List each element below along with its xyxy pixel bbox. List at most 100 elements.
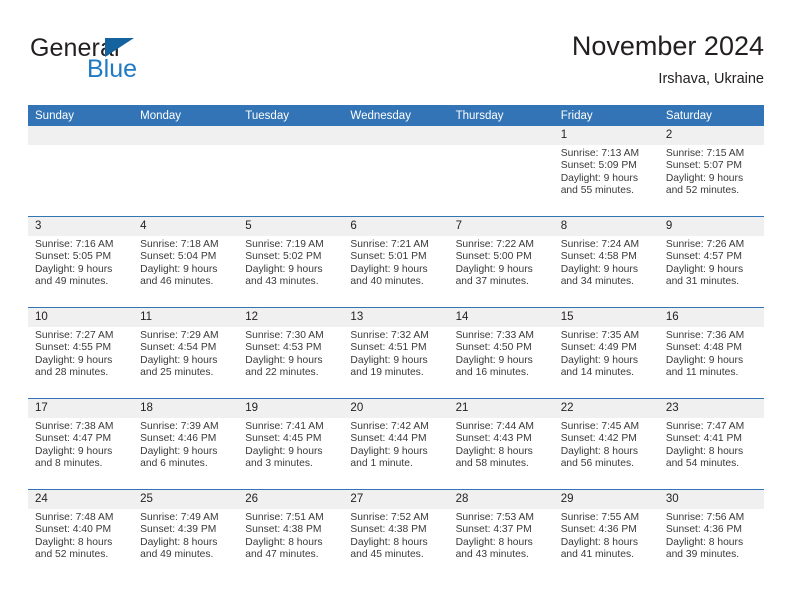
location-label: Irshava, Ukraine bbox=[658, 71, 764, 87]
sunrise-time: Sunrise: 7:49 AM bbox=[140, 512, 219, 523]
calendar-day-cell[interactable]: 16 Sunrise: 7:36 AM Sunset: 4:48 PM Dayligh… bbox=[658, 307, 764, 399]
calendar-day-cell[interactable]: 6 Sunrise: 7:21 AM Sunset: 5:01 PM Daylight… bbox=[343, 216, 449, 308]
sunrise-time: Sunrise: 7:48 AM bbox=[35, 512, 114, 523]
calendar-day-cell[interactable]: 21 Sunrise: 7:44 AM Sunset: 4:43 PM Dayligh… bbox=[448, 398, 554, 490]
day-number: 13 bbox=[343, 308, 449, 327]
day-cell-content: 30 Sunrise: 7:56 AM Sunset: 4:36 PM Dayligh… bbox=[658, 490, 764, 580]
calendar-day-cell[interactable]: 5 Sunrise: 7:19 AM Sunset: 5:02 PM Daylight… bbox=[238, 216, 344, 308]
weekday-header-wednesday: Wednesday bbox=[343, 105, 449, 126]
day-sun-info: Sunrise: 7:35 AM Sunset: 4:49 PM Daylight:… bbox=[554, 327, 659, 380]
daylight-duration-line2: and 45 minutes. bbox=[350, 549, 424, 561]
daylight-duration-line1: Daylight: 8 hours bbox=[560, 445, 638, 457]
calendar-day-cell[interactable]: 7 Sunrise: 7:22 AM Sunset: 5:00 PM Daylight… bbox=[448, 216, 554, 308]
daylight-duration-line1: Daylight: 9 hours bbox=[245, 445, 323, 457]
day-sun-info: Sunrise: 7:16 AM Sunset: 5:05 PM Daylight:… bbox=[28, 236, 133, 289]
day-cell-content: 11 Sunrise: 7:29 AM Sunset: 4:54 PM Dayligh… bbox=[133, 308, 239, 398]
sunrise-time: Sunrise: 7:32 AM bbox=[350, 330, 429, 341]
day-sun-info: Sunrise: 7:22 AM Sunset: 5:00 PM Daylight:… bbox=[449, 236, 554, 289]
day-number: 2 bbox=[658, 126, 764, 145]
daylight-duration-line1: Daylight: 9 hours bbox=[140, 263, 218, 275]
calendar-day-cell[interactable]: 17 Sunrise: 7:38 AM Sunset: 4:47 PM Dayligh… bbox=[28, 398, 134, 490]
weekday-header-thursday: Thursday bbox=[448, 105, 554, 126]
day-cell-content bbox=[28, 126, 134, 216]
sunset-time: Sunset: 4:46 PM bbox=[140, 433, 217, 445]
calendar-day-cell[interactable]: 26 Sunrise: 7:51 AM Sunset: 4:38 PM Dayligh… bbox=[238, 489, 344, 580]
calendar-day-cell[interactable]: 22 Sunrise: 7:45 AM Sunset: 4:42 PM Dayligh… bbox=[553, 398, 659, 490]
daylight-duration-line2: and 58 minutes. bbox=[455, 458, 529, 470]
sunset-time: Sunset: 4:54 PM bbox=[140, 342, 217, 354]
page-title: November 2024 bbox=[571, 31, 764, 61]
day-cell-content: 18 Sunrise: 7:39 AM Sunset: 4:46 PM Dayligh… bbox=[133, 399, 239, 489]
daylight-duration-line1: Daylight: 9 hours bbox=[560, 172, 638, 184]
day-cell-content bbox=[238, 126, 344, 216]
day-cell-content: 9 Sunrise: 7:26 AM Sunset: 4:57 PM Daylight… bbox=[658, 217, 764, 307]
calendar-day-cell[interactable]: 3 Sunrise: 7:16 AM Sunset: 5:05 PM Daylight… bbox=[28, 216, 134, 308]
daylight-duration-line1: Daylight: 9 hours bbox=[350, 445, 428, 457]
daylight-duration-line2: and 47 minutes. bbox=[245, 549, 319, 561]
daylight-duration-line1: Daylight: 8 hours bbox=[455, 536, 533, 548]
daylight-duration-line2: and 52 minutes. bbox=[35, 549, 109, 561]
daylight-duration-line1: Daylight: 9 hours bbox=[350, 263, 428, 275]
calendar-page: General Blue November 2024 Irshava, Ukra… bbox=[0, 0, 792, 612]
sunset-time: Sunset: 4:57 PM bbox=[665, 251, 742, 263]
sunset-time: Sunset: 4:51 PM bbox=[350, 342, 427, 354]
calendar-day-cell[interactable]: 25 Sunrise: 7:49 AM Sunset: 4:39 PM Dayligh… bbox=[133, 489, 239, 580]
title-block: November 2024 Irshava, Ukraine bbox=[572, 30, 764, 88]
day-cell-content: 14 Sunrise: 7:33 AM Sunset: 4:50 PM Dayligh… bbox=[448, 308, 554, 398]
sunset-time: Sunset: 4:44 PM bbox=[350, 433, 427, 445]
sunset-time: Sunset: 4:55 PM bbox=[35, 342, 112, 354]
calendar-day-cell[interactable]: 11 Sunrise: 7:29 AM Sunset: 4:54 PM Dayligh… bbox=[133, 307, 239, 399]
day-number: 10 bbox=[28, 308, 134, 327]
day-number: 21 bbox=[448, 399, 554, 418]
daylight-duration-line2: and 40 minutes. bbox=[350, 276, 424, 288]
daylight-duration-line2: and 31 minutes. bbox=[665, 276, 740, 288]
calendar-day-cell[interactable]: 27 Sunrise: 7:52 AM Sunset: 4:38 PM Dayligh… bbox=[343, 489, 449, 580]
calendar-day-cell[interactable]: 13 Sunrise: 7:32 AM Sunset: 4:51 PM Dayligh… bbox=[343, 307, 449, 399]
calendar-header-row: Sunday Monday Tuesday Wednesday Thursday Frid… bbox=[28, 105, 764, 126]
day-sun-info: Sunrise: 7:36 AM Sunset: 4:48 PM Daylight:… bbox=[659, 327, 764, 380]
day-number: 27 bbox=[343, 490, 449, 509]
calendar-week-row: 17 Sunrise: 7:38 AM Sunset: 4:47 PM Dayligh… bbox=[28, 398, 764, 490]
calendar-day-cell[interactable]: 12 Sunrise: 7:30 AM Sunset: 4:53 PM Dayligh… bbox=[238, 307, 344, 399]
calendar-day-cell[interactable]: 30 Sunrise: 7:56 AM Sunset: 4:36 PM Dayligh… bbox=[658, 489, 764, 580]
daylight-duration-line2: and 49 minutes. bbox=[35, 276, 109, 288]
calendar-day-cell[interactable]: 28 Sunrise: 7:53 AM Sunset: 4:37 PM Dayligh… bbox=[448, 489, 554, 580]
general-blue-logo: General Blue bbox=[30, 34, 220, 86]
day-cell-content: 21 Sunrise: 7:44 AM Sunset: 4:43 PM Dayligh… bbox=[448, 399, 554, 489]
calendar-day-cell[interactable]: 24 Sunrise: 7:48 AM Sunset: 4:40 PM Dayligh… bbox=[28, 489, 134, 580]
daylight-duration-line1: Daylight: 9 hours bbox=[245, 263, 323, 275]
daylight-duration-line1: Daylight: 8 hours bbox=[350, 536, 428, 548]
daylight-duration-line1: Daylight: 9 hours bbox=[455, 263, 533, 275]
sunrise-time: Sunrise: 7:15 AM bbox=[665, 148, 745, 159]
calendar-day-cell[interactable]: 10 Sunrise: 7:27 AM Sunset: 4:55 PM Dayligh… bbox=[28, 307, 134, 399]
calendar-day-cell[interactable]: 18 Sunrise: 7:39 AM Sunset: 4:46 PM Dayligh… bbox=[133, 398, 239, 490]
day-number: 24 bbox=[28, 490, 134, 509]
calendar-day-cell[interactable]: 2 Sunrise: 7:15 AM Sunset: 5:07 PM Daylight… bbox=[658, 126, 764, 217]
day-number: 9 bbox=[658, 217, 764, 236]
daylight-duration-line2: and 11 minutes. bbox=[665, 367, 739, 379]
calendar-day-cell[interactable]: 20 Sunrise: 7:42 AM Sunset: 4:44 PM Dayligh… bbox=[343, 398, 449, 490]
sunset-time: Sunset: 4:38 PM bbox=[245, 524, 322, 536]
calendar-day-cell[interactable]: 23 Sunrise: 7:47 AM Sunset: 4:41 PM Dayligh… bbox=[658, 398, 764, 490]
day-sun-info: Sunrise: 7:27 AM Sunset: 4:55 PM Daylight:… bbox=[28, 327, 133, 380]
calendar-day-cell[interactable]: 1 Sunrise: 7:13 AM Sunset: 5:09 PM Daylight… bbox=[553, 126, 659, 217]
day-cell-content: 23 Sunrise: 7:47 AM Sunset: 4:41 PM Dayligh… bbox=[658, 399, 764, 489]
day-number: 29 bbox=[553, 490, 659, 509]
calendar-day-cell[interactable]: 4 Sunrise: 7:18 AM Sunset: 5:04 PM Daylight… bbox=[133, 216, 239, 308]
daylight-duration-line2: and 39 minutes. bbox=[665, 549, 740, 561]
calendar-day-cell[interactable]: 8 Sunrise: 7:24 AM Sunset: 4:58 PM Daylight… bbox=[553, 216, 659, 308]
day-cell-content: 28 Sunrise: 7:53 AM Sunset: 4:37 PM Dayligh… bbox=[448, 490, 554, 580]
daylight-duration-line2: and 54 minutes. bbox=[665, 458, 740, 470]
sunset-time: Sunset: 4:53 PM bbox=[245, 342, 322, 354]
daylight-duration-line2: and 49 minutes. bbox=[140, 549, 214, 561]
daylight-duration-line1: Daylight: 8 hours bbox=[665, 536, 744, 548]
calendar-day-cell[interactable]: 9 Sunrise: 7:26 AM Sunset: 4:57 PM Daylight… bbox=[658, 216, 764, 308]
calendar-day-cell[interactable]: 19 Sunrise: 7:41 AM Sunset: 4:45 PM Dayligh… bbox=[238, 398, 344, 490]
sunset-time: Sunset: 5:01 PM bbox=[350, 251, 427, 263]
calendar-day-cell[interactable]: 29 Sunrise: 7:55 AM Sunset: 4:36 PM Dayligh… bbox=[553, 489, 659, 580]
calendar-day-cell[interactable]: 15 Sunrise: 7:35 AM Sunset: 4:49 PM Dayligh… bbox=[553, 307, 659, 399]
day-cell-content: 29 Sunrise: 7:55 AM Sunset: 4:36 PM Dayligh… bbox=[553, 490, 659, 580]
day-sun-info: Sunrise: 7:29 AM Sunset: 4:54 PM Daylight:… bbox=[133, 327, 238, 380]
sunset-time: Sunset: 4:40 PM bbox=[35, 524, 112, 536]
calendar-day-cell[interactable]: 14 Sunrise: 7:33 AM Sunset: 4:50 PM Dayligh… bbox=[448, 307, 554, 399]
